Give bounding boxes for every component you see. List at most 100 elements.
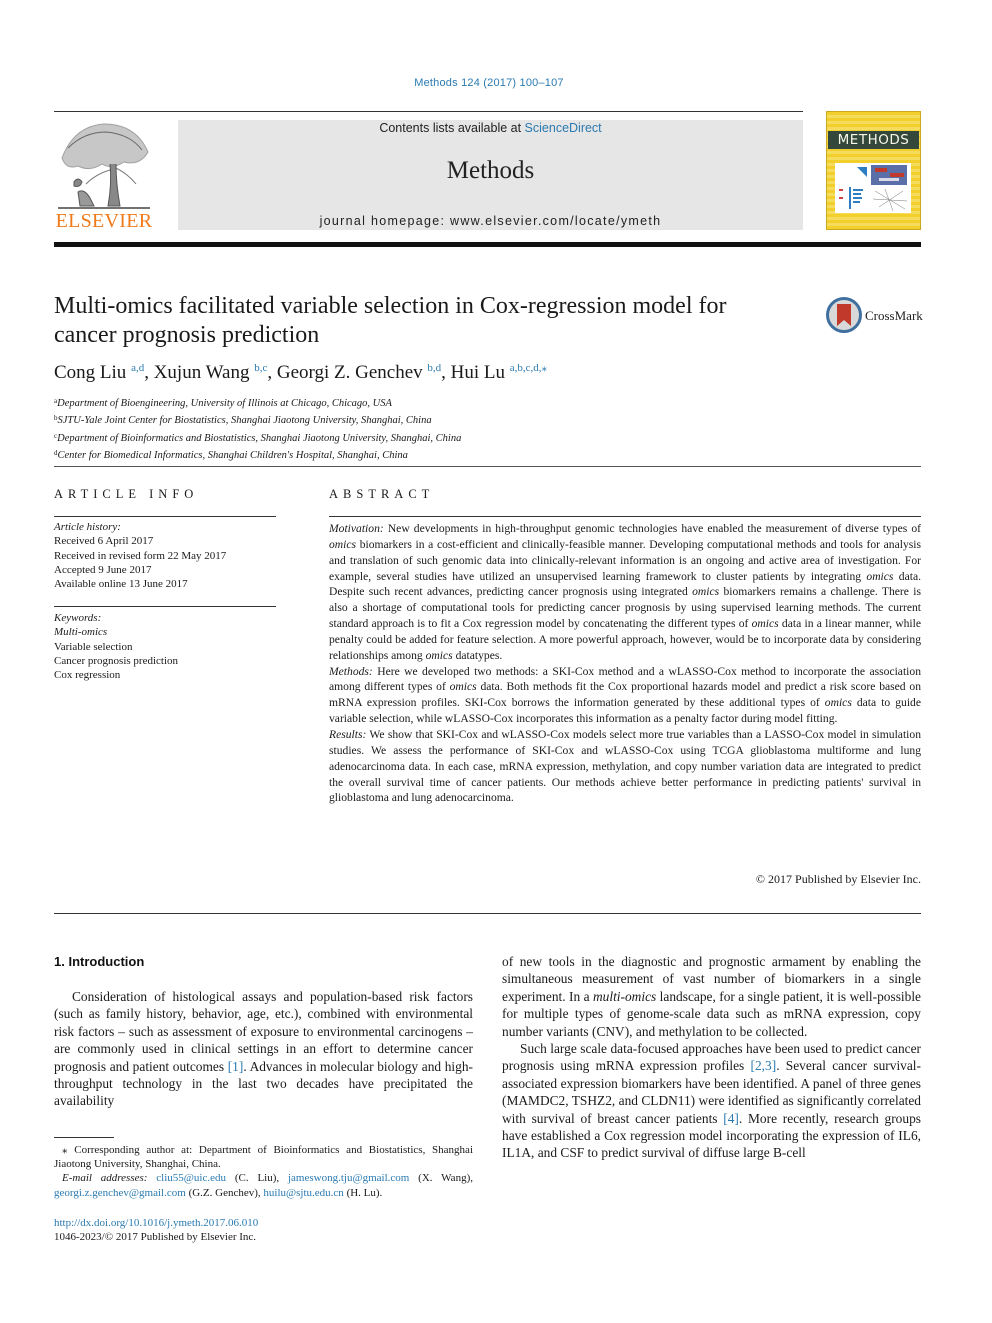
history-revised: Received in revised form 22 May 2017 [54, 549, 227, 562]
body-paragraph: of new tools in the diagnostic and progn… [502, 953, 921, 1040]
citation-link[interactable]: [2,3] [751, 1058, 777, 1073]
abstract-rule [329, 516, 921, 517]
abstract-emphasis: omics [824, 696, 852, 710]
abstract-heading: ABSTRACT [329, 487, 435, 501]
abstract-emphasis: omics [692, 585, 720, 599]
email-addresses: E-mail addresses: cliu55@uic.edu (C. Liu… [54, 1171, 473, 1199]
body-paragraph: Such large scale data-focused approaches… [502, 1040, 921, 1162]
author-affiliation-marks[interactable]: a,d [131, 362, 144, 374]
abstract-copyright: © 2017 Published by Elsevier Inc. [755, 872, 921, 886]
contents-availability-line: Contents lists available at ScienceDirec… [178, 121, 803, 135]
author-name[interactable]: Hui Lu [451, 362, 505, 383]
email-link[interactable]: jameswong.tju@gmail.com [288, 1172, 409, 1184]
citation-link[interactable]: [4] [723, 1111, 739, 1126]
affiliation-item: cDepartment of Bioinformatics and Biosta… [54, 429, 461, 446]
email-owner: (H. Lu). [343, 1186, 383, 1199]
article-title: Multi-omics facilitated variable selecti… [54, 293, 727, 348]
abstract-body: Motivation: New developments in high-thr… [329, 521, 921, 806]
abstract-results: Results: We show that SKI-Cox and wLASSO… [329, 727, 921, 806]
body-paragraph: Consideration of histological assays and… [54, 988, 473, 1110]
homepage-prefix: journal homepage: [319, 214, 451, 228]
body-emphasis: multi-omics [593, 988, 657, 1004]
author-name[interactable]: Georgi Z. Genchev [277, 362, 423, 383]
author-affiliation-marks[interactable]: a,b,c,d,⁎ [510, 362, 547, 374]
keywords-rule [54, 606, 276, 607]
abstract-text: New developments in high-throughput geno… [383, 522, 921, 535]
history-received: Received 6 April 2017 [54, 535, 154, 548]
history-accepted: Accepted 9 June 2017 [54, 563, 152, 576]
article-history-label: Article history: [54, 521, 121, 533]
affiliation-text: Department of Bioinformatics and Biostat… [57, 432, 462, 444]
citation-link[interactable]: [1] [228, 1059, 244, 1074]
author-affiliation-marks[interactable]: b,d [427, 362, 441, 374]
email-owner: (X. Wang), [409, 1172, 473, 1185]
affiliation-rule [54, 466, 921, 467]
section-heading-introduction: 1. Introduction [54, 954, 145, 969]
body-column-left: Consideration of histological assays and… [54, 988, 473, 1110]
crossmark-label[interactable]: CrossMark [865, 308, 923, 324]
keyword-item: Variable selection [54, 640, 133, 653]
author-affiliation-marks[interactable]: b,c [254, 362, 267, 374]
abstract-end-rule [54, 913, 921, 914]
keyword-item: Cancer prognosis prediction [54, 654, 179, 667]
footnote-rule [54, 1137, 114, 1138]
keywords-label: Keywords: [54, 612, 102, 624]
homepage-url[interactable]: www.elsevier.com/locate/ymeth [450, 214, 661, 228]
email-link[interactable]: cliu55@uic.edu [156, 1172, 226, 1184]
affiliation-text: Department of Bioengineering, University… [57, 398, 392, 409]
journal-homepage-line: journal homepage: www.elsevier.com/locat… [178, 214, 803, 228]
history-online: Available online 13 June 2017 [54, 578, 188, 591]
abstract-emphasis: omics [425, 648, 453, 662]
author-list: Cong Liu a,d, Xujun Wang b,c, Georgi Z. … [54, 361, 547, 384]
email-label: E-mail addresses: [62, 1172, 148, 1185]
article-history: Article history: Received 6 April 2017 R… [54, 520, 226, 591]
keyword-item: Cox regression [54, 669, 121, 682]
header-top-rule [54, 111, 803, 112]
abstract-emphasis: omics [329, 537, 357, 551]
affiliation-text: Center for Biomedical Informatics, Shang… [57, 449, 408, 461]
contents-prefix: Contents lists available at [379, 121, 525, 135]
abstract-emphasis: omics [866, 569, 894, 583]
affiliation-item: aDepartment of Bioengineering, Universit… [54, 394, 461, 411]
body-column-right: of new tools in the diagnostic and progn… [502, 953, 921, 1162]
author-name[interactable]: Xujun Wang [154, 362, 250, 383]
abstract-text: datatypes. [452, 648, 503, 662]
results-label: Results: [329, 727, 367, 741]
keyword-item: Multi-omics [54, 626, 108, 639]
methods-label: Methods: [329, 664, 373, 678]
journal-cover-title: METHODS [837, 132, 910, 148]
email-link[interactable]: georgi.z.genchev@gmail.com [54, 1187, 186, 1199]
journal-name: Methods [446, 157, 535, 184]
author-separator: , [144, 362, 154, 383]
affiliation-item: bSJTU-Yale Joint Center for Biostatistic… [54, 411, 461, 428]
footnotes: ⁎ Corresponding author at: Department of… [54, 1143, 473, 1200]
affiliation-list: aDepartment of Bioengineering, Universit… [54, 394, 461, 463]
header-thick-rule [54, 242, 921, 247]
article-info-heading: ARTICLE INFO [54, 487, 199, 501]
affiliation-item: dCenter for Biomedical Informatics, Shan… [54, 446, 461, 463]
author-name[interactable]: Cong Liu [54, 362, 126, 383]
abstract-text: We show that SKI-Cox and wLASSO-Cox mode… [329, 727, 921, 805]
email-link[interactable]: huilu@sjtu.edu.cn [263, 1187, 343, 1199]
author-separator: , [441, 362, 451, 383]
motivation-label: Motivation: [329, 522, 384, 535]
abstract-emphasis: omics [751, 617, 779, 631]
journal-cover-figure-icon [835, 163, 911, 213]
email-owner: (C. Liu), [226, 1172, 288, 1185]
abstract-methods: Methods: Here we developed two methods: … [329, 664, 921, 727]
affiliation-text: SJTU-Yale Joint Center for Biostatistics… [57, 415, 432, 427]
abstract-emphasis: omics [449, 680, 477, 694]
doi-link[interactable]: http://dx.doi.org/10.1016/j.ymeth.2017.0… [54, 1216, 258, 1230]
sciencedirect-link[interactable]: ScienceDirect [525, 121, 602, 135]
abstract-text: biomarkers in a cost-efficient and clini… [329, 537, 921, 583]
issn-copyright: 1046-2023/© 2017 Published by Elsevier I… [54, 1231, 257, 1243]
crossmark-icon[interactable] [826, 297, 862, 333]
author-separator: , [267, 362, 277, 383]
email-owner: (G.Z. Genchev), [185, 1186, 264, 1199]
elsevier-wordmark: ELSEVIER [55, 210, 153, 232]
journal-citation-link[interactable]: Methods 124 (2017) 100–107 [0, 77, 978, 89]
article-info-rule [54, 516, 276, 517]
keywords: Keywords: Multi-omics Variable selection… [54, 611, 178, 682]
corresponding-author-note: ⁎ Corresponding author at: Department of… [54, 1144, 473, 1171]
abstract-motivation: Motivation: New developments in high-thr… [329, 521, 921, 664]
